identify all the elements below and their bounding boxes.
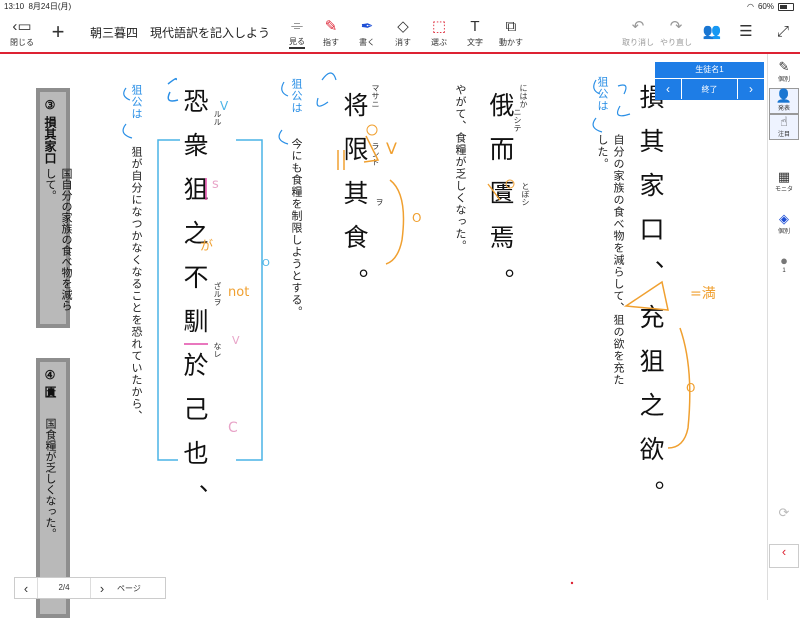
person-icon: ● <box>780 253 788 268</box>
sync-button[interactable]: ⟳ <box>769 506 799 520</box>
end-button[interactable]: 終了 <box>681 79 738 99</box>
chevron-left-icon: ‹ <box>23 580 29 596</box>
grid-icon: ▦ <box>777 169 791 184</box>
page-label: ページ <box>117 583 141 593</box>
chevron-left-icon: ‹ <box>781 544 787 559</box>
blue-brace-2 <box>122 87 133 139</box>
collapse-sidebar-button[interactable]: ‹ <box>769 544 799 568</box>
orange-triangle-col1 <box>623 280 669 311</box>
blue-bracket-right <box>236 139 263 461</box>
annotation-c: C <box>228 420 238 436</box>
hand-icon: ☝ <box>780 114 788 129</box>
presenter-icon: 👤 <box>775 88 793 103</box>
annotation-ga: が <box>200 239 213 254</box>
sidebar-item-present[interactable]: 👤 発表 <box>769 88 799 114</box>
annotation-mitasu: =満 <box>690 286 716 302</box>
annotation-not: not <box>228 285 249 300</box>
edit-icon: ✎ <box>778 59 790 74</box>
next-page-button[interactable]: › <box>91 581 113 596</box>
blue-brace-6 <box>617 84 631 117</box>
right-sidebar: ✎ 個別 👤 発表 ☝ 注目 ▦ モニタ ◈ 個別 ● 1 ⟳ ‹ <box>767 54 800 600</box>
annotation-o2: O <box>412 211 421 225</box>
expand-icon: ⤢ <box>776 23 789 40</box>
student-panel: 生徒名1 ‹ 終了 › <box>655 62 764 100</box>
expand-button[interactable]: ⤢ <box>772 14 794 52</box>
annotation-o1: O <box>262 258 270 269</box>
sidebar-item-count: ● 1 <box>780 253 788 275</box>
orange-circle-col2 <box>505 179 515 189</box>
orange-marks-col3 <box>337 135 380 170</box>
sidebar-item-monitor[interactable]: ▦ モニタ <box>769 169 799 194</box>
blue-brace-1 <box>167 77 179 102</box>
student-name: 生徒名1 <box>695 65 724 74</box>
blue-brace-3 <box>278 81 289 145</box>
orange-mark-col2 <box>487 183 501 201</box>
sync-icon: ⟳ <box>778 505 790 520</box>
orange-curve-col3 <box>385 179 405 265</box>
next-student-button[interactable]: › <box>738 79 764 99</box>
prev-student-button[interactable]: ‹ <box>655 79 681 99</box>
chevron-right-icon: › <box>749 82 753 96</box>
blue-bracket-left <box>157 139 180 461</box>
sidebar-item-individual[interactable]: ✎ 個別 <box>769 59 799 84</box>
battery-icon <box>778 3 794 11</box>
page-number[interactable]: 2/4 <box>37 578 91 598</box>
blue-brace-5 <box>592 79 603 133</box>
annotation-v1: V <box>220 99 229 113</box>
chevron-right-icon: › <box>99 580 105 596</box>
blue-brace-4 <box>316 72 337 107</box>
red-dot <box>570 581 574 585</box>
annotation-v3: V <box>386 139 397 158</box>
page-navigator: ‹ 2/4 › ページ <box>14 577 166 599</box>
sidebar-item-attention[interactable]: ☝ 注目 <box>769 114 799 140</box>
ink-annotations: s V が not V C O V =満 O O <box>122 72 716 585</box>
orange-circle-col3 <box>366 124 378 136</box>
chevron-left-icon: ‹ <box>666 82 670 96</box>
annotation-v2: V <box>232 334 240 347</box>
sidebar-item-individual-2[interactable]: ◈ 個別 <box>769 211 799 236</box>
annotation-o3: O <box>686 381 695 395</box>
annotation-s: s <box>212 177 219 192</box>
layers-icon: ◈ <box>779 211 789 226</box>
prev-page-button[interactable]: ‹ <box>15 581 37 596</box>
